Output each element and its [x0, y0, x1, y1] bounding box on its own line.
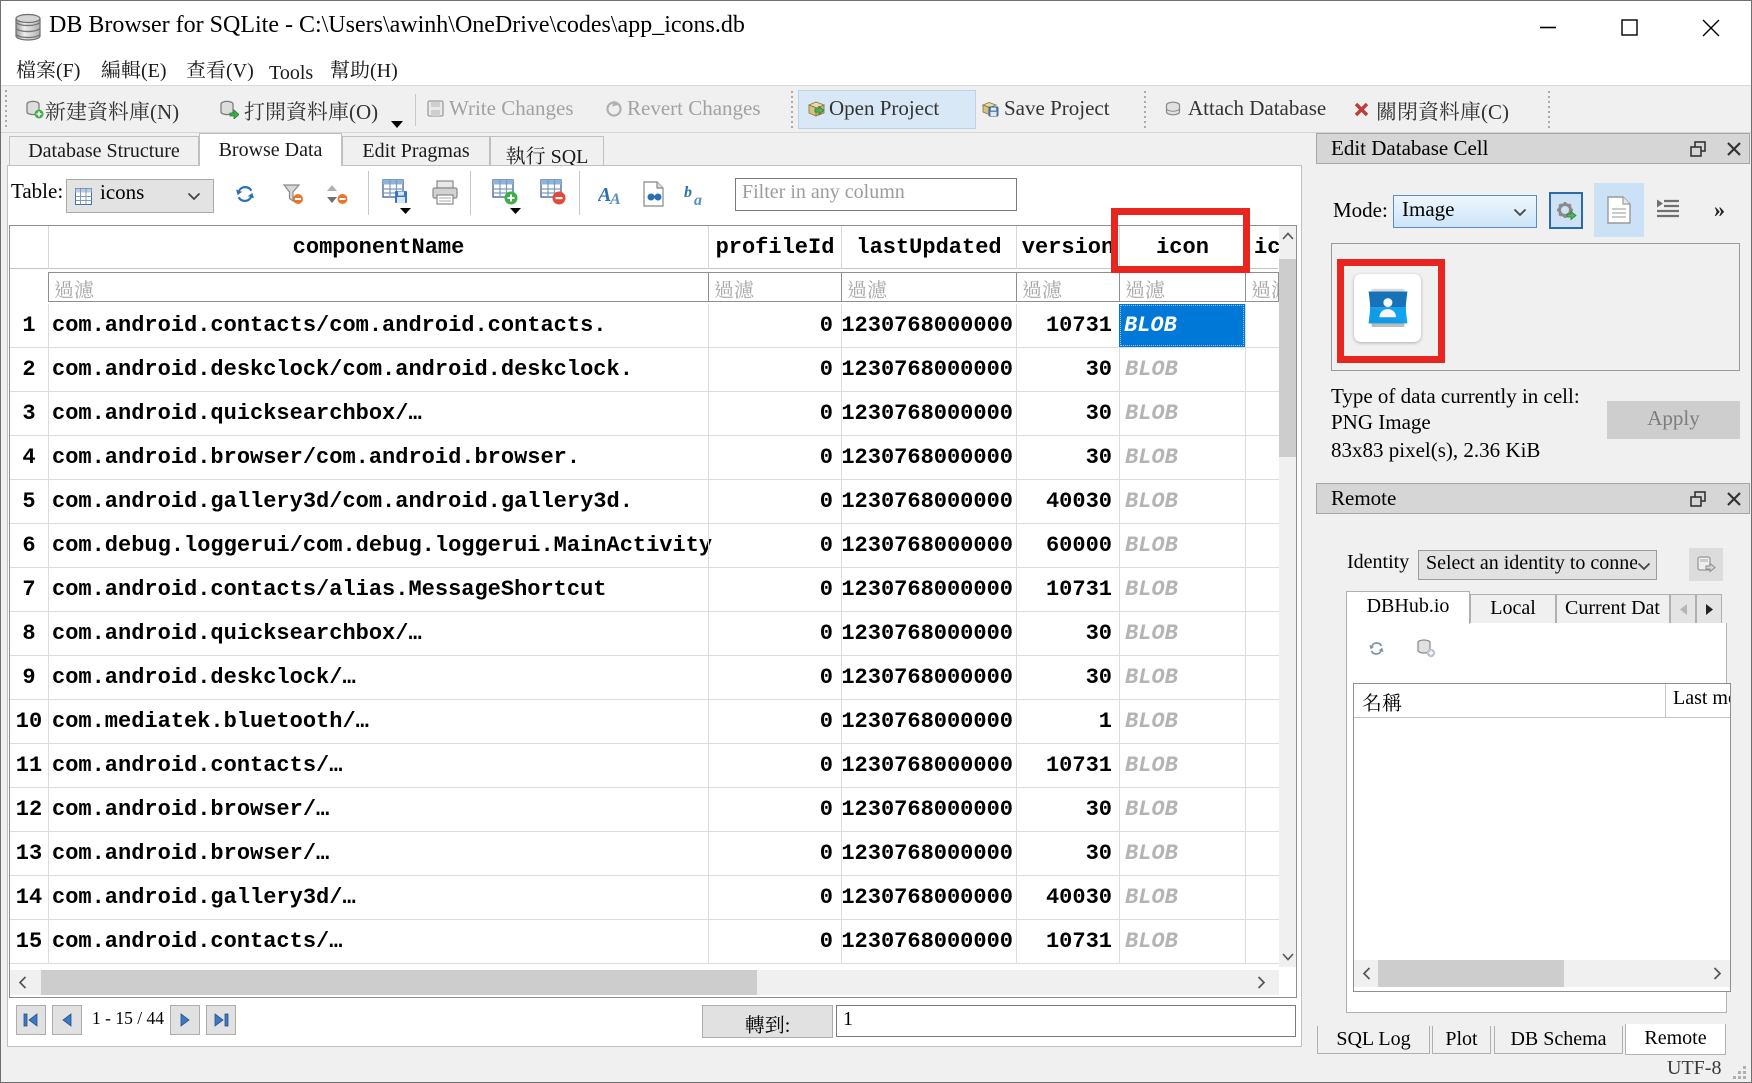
- svg-text:A: A: [609, 191, 621, 206]
- svg-text:b: b: [684, 184, 692, 201]
- svg-text:a: a: [694, 192, 702, 207]
